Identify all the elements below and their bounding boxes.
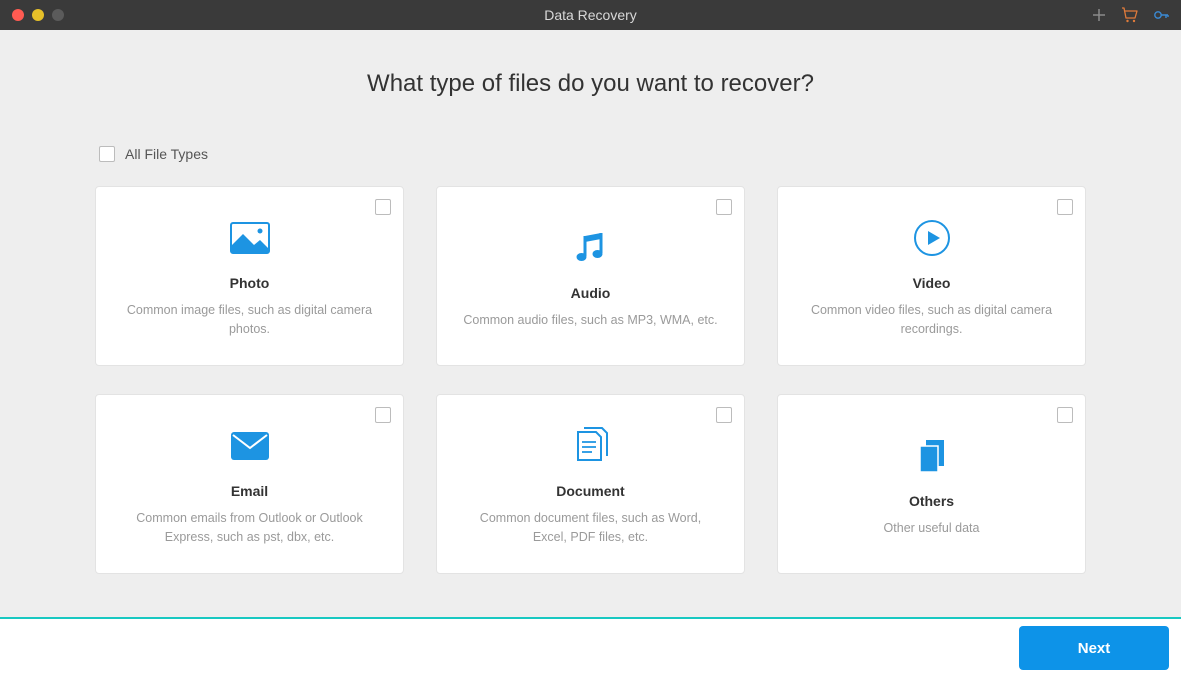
titlebar: Data Recovery <box>0 0 1181 30</box>
card-photo-checkbox[interactable] <box>375 199 391 215</box>
add-icon[interactable] <box>1091 7 1107 23</box>
main-content: What type of files do you want to recove… <box>0 30 1181 574</box>
card-document-checkbox[interactable] <box>716 407 732 423</box>
card-photo-desc: Common image files, such as digital came… <box>122 301 377 339</box>
window-title: Data Recovery <box>544 7 637 23</box>
card-others-desc: Other useful data <box>884 519 980 538</box>
card-video[interactable]: Video Common video files, such as digita… <box>777 186 1086 366</box>
card-video-desc: Common video files, such as digital came… <box>804 301 1059 339</box>
card-video-checkbox[interactable] <box>1057 199 1073 215</box>
card-email-checkbox[interactable] <box>375 407 391 423</box>
card-document-title: Document <box>556 483 624 499</box>
all-file-types-label: All File Types <box>125 146 208 162</box>
card-email[interactable]: Email Common emails from Outlook or Outl… <box>95 394 404 574</box>
card-audio-desc: Common audio files, such as MP3, WMA, et… <box>463 311 717 330</box>
card-audio[interactable]: Audio Common audio files, such as MP3, W… <box>436 186 745 366</box>
photo-icon <box>230 213 270 263</box>
card-others-checkbox[interactable] <box>1057 407 1073 423</box>
close-window-button[interactable] <box>12 9 24 21</box>
card-others[interactable]: Others Other useful data <box>777 394 1086 574</box>
card-others-title: Others <box>909 493 954 509</box>
minimize-window-button[interactable] <box>32 9 44 21</box>
document-icon <box>572 421 610 471</box>
card-email-title: Email <box>231 483 268 499</box>
key-icon[interactable] <box>1153 7 1169 23</box>
video-icon <box>913 213 951 263</box>
all-file-types-checkbox[interactable] <box>99 146 115 162</box>
window-controls <box>12 9 64 21</box>
card-email-desc: Common emails from Outlook or Outlook Ex… <box>122 509 377 547</box>
file-type-grid: Photo Common image files, such as digita… <box>95 186 1086 574</box>
card-photo-title: Photo <box>230 275 270 291</box>
next-button[interactable]: Next <box>1019 626 1169 670</box>
all-file-types-row[interactable]: All File Types <box>95 146 1086 162</box>
card-document[interactable]: Document Common document files, such as … <box>436 394 745 574</box>
card-document-desc: Common document files, such as Word, Exc… <box>463 509 718 547</box>
maximize-window-button[interactable] <box>52 9 64 21</box>
card-photo[interactable]: Photo Common image files, such as digita… <box>95 186 404 366</box>
card-audio-checkbox[interactable] <box>716 199 732 215</box>
titlebar-actions <box>1091 7 1169 23</box>
page-heading: What type of files do you want to recove… <box>95 70 1086 98</box>
footer: Next <box>0 617 1181 677</box>
cart-icon[interactable] <box>1121 7 1139 23</box>
others-icon <box>912 431 952 481</box>
audio-icon <box>573 223 609 273</box>
email-icon <box>230 421 270 471</box>
card-video-title: Video <box>913 275 951 291</box>
card-audio-title: Audio <box>571 285 611 301</box>
